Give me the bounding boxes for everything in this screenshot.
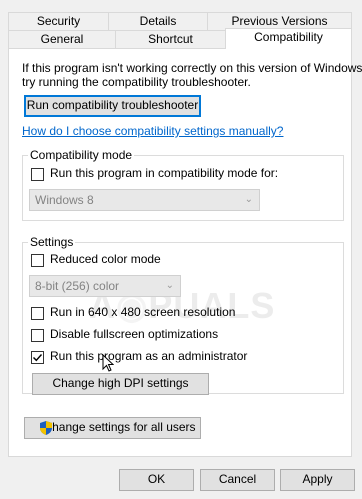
chevron-down-icon: ⌄ xyxy=(244,194,253,205)
tab-general[interactable]: General xyxy=(8,30,116,49)
tab-compatibility[interactable]: Compatibility xyxy=(225,28,352,49)
reduced-color-label: Reduced color mode xyxy=(50,252,161,266)
run-as-admin-label: Run this program as an administrator xyxy=(50,349,248,363)
res-640-checkbox[interactable] xyxy=(31,307,44,320)
run-troubleshooter-button[interactable]: Run compatibility troubleshooter xyxy=(24,95,201,117)
reduced-color-checkbox[interactable] xyxy=(31,254,44,267)
tab-previous-versions-label: Previous Versions xyxy=(231,14,328,28)
cancel-button[interactable]: Cancel xyxy=(200,469,275,491)
chevron-down-icon: ⌄ xyxy=(165,280,174,291)
manual-settings-link[interactable]: How do I choose compatibility settings m… xyxy=(22,124,283,138)
tab-details[interactable]: Details xyxy=(108,12,208,31)
shield-icon xyxy=(40,421,52,435)
ok-button[interactable]: OK xyxy=(119,469,194,491)
cancel-label: Cancel xyxy=(218,472,257,486)
color-mode-select[interactable]: 8-bit (256) color ⌄ xyxy=(29,275,181,297)
change-all-users-button[interactable]: Change settings for all users xyxy=(24,417,201,439)
compatibility-os-value: Windows 8 xyxy=(35,193,94,207)
run-as-admin-checkbox[interactable] xyxy=(31,351,44,364)
apply-button[interactable]: Apply xyxy=(280,469,355,491)
run-troubleshooter-label: Run compatibility troubleshooter xyxy=(26,98,199,112)
tab-shortcut-label: Shortcut xyxy=(148,32,193,46)
disable-fullscreen-label: Disable fullscreen optimizations xyxy=(50,327,219,341)
change-all-users-label: Change settings for all users xyxy=(43,420,196,434)
tab-details-label: Details xyxy=(139,14,177,28)
compatibility-mode-label: Compatibility mode xyxy=(28,148,135,162)
color-mode-value: 8-bit (256) color xyxy=(35,279,120,293)
tab-security-label: Security xyxy=(36,14,81,28)
intro-text-line-1: If this program isn't working correctly … xyxy=(22,61,362,75)
checkmark-icon xyxy=(33,354,43,362)
compatibility-os-select[interactable]: Windows 8 ⌄ xyxy=(29,189,260,211)
tab-general-label: General xyxy=(40,32,84,46)
tab-compatibility-label: Compatibility xyxy=(254,30,323,44)
tab-shortcut[interactable]: Shortcut xyxy=(115,30,226,49)
settings-label: Settings xyxy=(28,235,76,249)
change-dpi-label: Change high DPI settings xyxy=(52,376,189,390)
compatibility-panel: If this program isn't working correctly … xyxy=(8,48,362,457)
ok-label: OK xyxy=(147,472,166,486)
compatibility-mode-group xyxy=(22,155,344,221)
disable-fullscreen-checkbox[interactable] xyxy=(31,329,44,342)
apply-label: Apply xyxy=(302,472,333,486)
res-640-label: Run in 640 x 480 screen resolution xyxy=(50,305,236,319)
mouse-cursor-icon xyxy=(102,354,114,372)
tab-security[interactable]: Security xyxy=(8,12,109,31)
compatibility-mode-checkbox-label: Run this program in compatibility mode f… xyxy=(50,166,279,180)
change-dpi-button[interactable]: Change high DPI settings xyxy=(32,373,209,395)
intro-text-line-2: try running the compatibility troublesho… xyxy=(22,75,251,89)
compatibility-mode-checkbox[interactable] xyxy=(31,168,44,181)
